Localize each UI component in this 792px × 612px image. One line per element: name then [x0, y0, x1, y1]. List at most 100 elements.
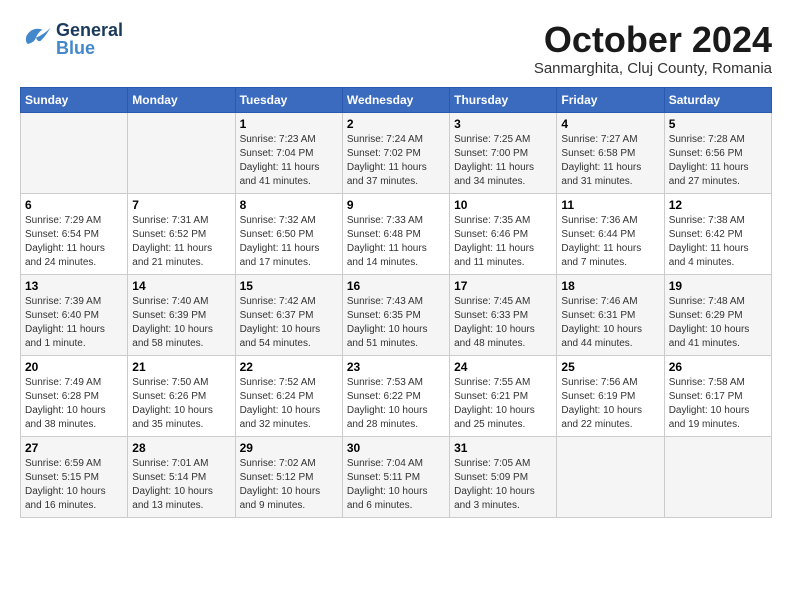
col-saturday: Saturday — [664, 87, 771, 112]
day-cell: 22 Sunrise: 7:52 AM Sunset: 6:24 PM Dayli… — [235, 355, 342, 436]
col-thursday: Thursday — [450, 87, 557, 112]
day-cell: 12Sunrise: 7:38 AM Sunset: 6:42 PM Dayli… — [664, 193, 771, 274]
day-number: 16 — [347, 279, 445, 293]
day-info: Sunrise: 7:39 AM Sunset: 6:40 PM Dayligh… — [25, 295, 123, 351]
day-info: Sunrise: 7:24 AM Sunset: 7:02 PM Dayligh… — [347, 133, 445, 189]
day-cell: 3 Sunrise: 7:25 AM Sunset: 7:00 PM Daylig… — [450, 112, 557, 193]
day-number: 5 — [669, 117, 767, 131]
day-number: 1 — [240, 117, 338, 131]
day-cell: 1 Sunrise: 7:23 AM Sunset: 7:04 PM Daylig… — [235, 112, 342, 193]
page-header: General Blue October 2024 Sanmarghita, C… — [20, 20, 772, 77]
day-number: 26 — [669, 360, 767, 374]
day-cell: 16Sunrise: 7:43 AM Sunset: 6:35 PM Dayli… — [342, 274, 449, 355]
day-cell: 13 Sunrise: 7:39 AM Sunset: 6:40 PM Dayli… — [21, 274, 128, 355]
day-info: Sunrise: 7:05 AM Sunset: 5:09 PM Dayligh… — [454, 457, 552, 513]
day-number: 2 — [347, 117, 445, 131]
day-info: Sunrise: 7:04 AM Sunset: 5:11 PM Dayligh… — [347, 457, 445, 513]
day-cell: 23 Sunrise: 7:53 AM Sunset: 6:22 PM Dayli… — [342, 355, 449, 436]
day-info: Sunrise: 7:28 AM Sunset: 6:56 PM Dayligh… — [669, 133, 767, 189]
day-number: 14 — [132, 279, 230, 293]
day-number: 28 — [132, 441, 230, 455]
day-cell: 11Sunrise: 7:36 AM Sunset: 6:44 PM Dayli… — [557, 193, 664, 274]
day-cell: 20 Sunrise: 7:49 AM Sunset: 6:28 PM Dayli… — [21, 355, 128, 436]
day-number: 30 — [347, 441, 445, 455]
day-cell — [21, 112, 128, 193]
logo: General Blue — [20, 20, 123, 57]
day-number: 20 — [25, 360, 123, 374]
day-number: 22 — [240, 360, 338, 374]
day-cell: 10Sunrise: 7:35 AM Sunset: 6:46 PM Dayli… — [450, 193, 557, 274]
day-cell: 31Sunrise: 7:05 AM Sunset: 5:09 PM Dayli… — [450, 436, 557, 517]
day-number: 29 — [240, 441, 338, 455]
day-info: Sunrise: 7:25 AM Sunset: 7:00 PM Dayligh… — [454, 133, 552, 189]
day-number: 12 — [669, 198, 767, 212]
day-info: Sunrise: 7:50 AM Sunset: 6:26 PM Dayligh… — [132, 376, 230, 432]
day-info: Sunrise: 7:01 AM Sunset: 5:14 PM Dayligh… — [132, 457, 230, 513]
day-info: Sunrise: 7:32 AM Sunset: 6:50 PM Dayligh… — [240, 214, 338, 270]
day-info: Sunrise: 7:29 AM Sunset: 6:54 PM Dayligh… — [25, 214, 123, 270]
day-cell: 15 Sunrise: 7:42 AM Sunset: 6:37 PM Dayli… — [235, 274, 342, 355]
day-info: Sunrise: 6:59 AM Sunset: 5:15 PM Dayligh… — [25, 457, 123, 513]
day-info: Sunrise: 7:31 AM Sunset: 6:52 PM Dayligh… — [132, 214, 230, 270]
day-cell: 19 Sunrise: 7:48 AM Sunset: 6:29 PM Dayli… — [664, 274, 771, 355]
day-number: 13 — [25, 279, 123, 293]
day-cell: 24 Sunrise: 7:55 AM Sunset: 6:21 PM Dayli… — [450, 355, 557, 436]
day-number: 7 — [132, 198, 230, 212]
calendar-body: 1 Sunrise: 7:23 AM Sunset: 7:04 PM Daylig… — [21, 112, 772, 517]
day-cell: 21Sunrise: 7:50 AM Sunset: 6:26 PM Dayli… — [128, 355, 235, 436]
day-info: Sunrise: 7:49 AM Sunset: 6:28 PM Dayligh… — [25, 376, 123, 432]
day-number: 19 — [669, 279, 767, 293]
calendar-table: Sunday Monday Tuesday Wednesday Thursday… — [20, 87, 772, 518]
day-info: Sunrise: 7:48 AM Sunset: 6:29 PM Dayligh… — [669, 295, 767, 351]
day-info: Sunrise: 7:40 AM Sunset: 6:39 PM Dayligh… — [132, 295, 230, 351]
logo-general: General — [56, 21, 123, 39]
day-number: 8 — [240, 198, 338, 212]
day-info: Sunrise: 7:55 AM Sunset: 6:21 PM Dayligh… — [454, 376, 552, 432]
day-info: Sunrise: 7:23 AM Sunset: 7:04 PM Dayligh… — [240, 133, 338, 189]
day-number: 9 — [347, 198, 445, 212]
col-wednesday: Wednesday — [342, 87, 449, 112]
day-info: Sunrise: 7:52 AM Sunset: 6:24 PM Dayligh… — [240, 376, 338, 432]
month-title: October 2024 — [534, 20, 772, 60]
day-cell — [664, 436, 771, 517]
day-cell: 2 Sunrise: 7:24 AM Sunset: 7:02 PM Daylig… — [342, 112, 449, 193]
day-number: 27 — [25, 441, 123, 455]
day-cell: 4 Sunrise: 7:27 AM Sunset: 6:58 PM Daylig… — [557, 112, 664, 193]
day-number: 25 — [561, 360, 659, 374]
day-number: 18 — [561, 279, 659, 293]
week-row-4: 20 Sunrise: 7:49 AM Sunset: 6:28 PM Dayli… — [21, 355, 772, 436]
week-row-2: 6 Sunrise: 7:29 AM Sunset: 6:54 PM Daylig… — [21, 193, 772, 274]
col-sunday: Sunday — [21, 87, 128, 112]
day-cell: 6 Sunrise: 7:29 AM Sunset: 6:54 PM Daylig… — [21, 193, 128, 274]
logo-blue: Blue — [56, 39, 123, 57]
day-cell: 17Sunrise: 7:45 AM Sunset: 6:33 PM Dayli… — [450, 274, 557, 355]
day-number: 4 — [561, 117, 659, 131]
day-number: 3 — [454, 117, 552, 131]
day-cell: 27 Sunrise: 6:59 AM Sunset: 5:15 PM Dayli… — [21, 436, 128, 517]
day-info: Sunrise: 7:02 AM Sunset: 5:12 PM Dayligh… — [240, 457, 338, 513]
day-cell: 26Sunrise: 7:58 AM Sunset: 6:17 PM Dayli… — [664, 355, 771, 436]
day-cell: 8 Sunrise: 7:32 AM Sunset: 6:50 PM Daylig… — [235, 193, 342, 274]
day-cell: 30 Sunrise: 7:04 AM Sunset: 5:11 PM Dayli… — [342, 436, 449, 517]
day-info: Sunrise: 7:27 AM Sunset: 6:58 PM Dayligh… — [561, 133, 659, 189]
day-info: Sunrise: 7:46 AM Sunset: 6:31 PM Dayligh… — [561, 295, 659, 351]
day-number: 23 — [347, 360, 445, 374]
day-cell: 29 Sunrise: 7:02 AM Sunset: 5:12 PM Dayli… — [235, 436, 342, 517]
day-number: 15 — [240, 279, 338, 293]
col-tuesday: Tuesday — [235, 87, 342, 112]
day-cell: 9Sunrise: 7:33 AM Sunset: 6:48 PM Daylig… — [342, 193, 449, 274]
day-cell: 7 Sunrise: 7:31 AM Sunset: 6:52 PM Daylig… — [128, 193, 235, 274]
day-number: 24 — [454, 360, 552, 374]
day-cell: 18 Sunrise: 7:46 AM Sunset: 6:31 PM Dayli… — [557, 274, 664, 355]
day-info: Sunrise: 7:35 AM Sunset: 6:46 PM Dayligh… — [454, 214, 552, 270]
day-number: 6 — [25, 198, 123, 212]
day-info: Sunrise: 7:42 AM Sunset: 6:37 PM Dayligh… — [240, 295, 338, 351]
logo-icon — [20, 20, 52, 57]
day-cell: 14 Sunrise: 7:40 AM Sunset: 6:39 PM Dayli… — [128, 274, 235, 355]
week-row-3: 13 Sunrise: 7:39 AM Sunset: 6:40 PM Dayli… — [21, 274, 772, 355]
week-row-5: 27 Sunrise: 6:59 AM Sunset: 5:15 PM Dayli… — [21, 436, 772, 517]
header-row: Sunday Monday Tuesday Wednesday Thursday… — [21, 87, 772, 112]
title-block: October 2024 Sanmarghita, Cluj County, R… — [534, 20, 772, 77]
day-cell — [557, 436, 664, 517]
day-info: Sunrise: 7:53 AM Sunset: 6:22 PM Dayligh… — [347, 376, 445, 432]
